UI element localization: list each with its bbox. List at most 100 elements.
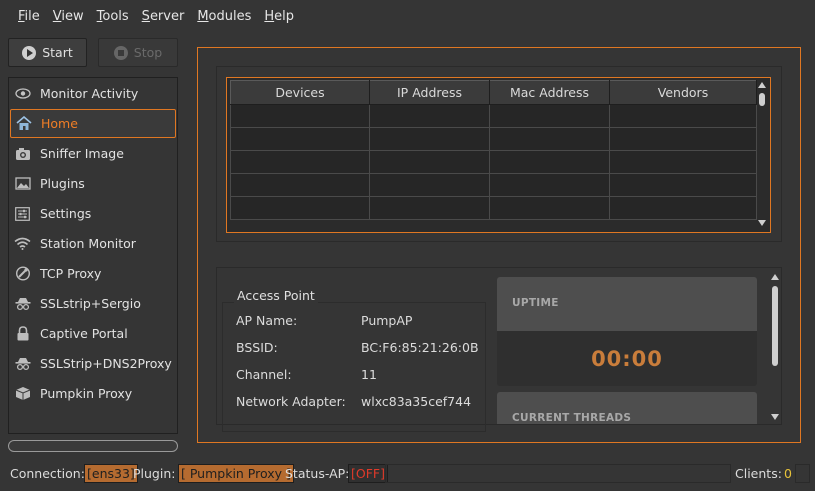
- network-adapter-value: wlxc83a35cef744: [361, 394, 472, 409]
- stop-icon: [113, 45, 128, 60]
- sidebar-item-label: Station Monitor: [40, 236, 136, 251]
- table-cell[interactable]: [369, 150, 490, 174]
- table-row[interactable]: [230, 173, 757, 197]
- play-icon: [22, 45, 37, 60]
- column-header-mac-address[interactable]: Mac Address: [489, 80, 610, 105]
- channel-label: Channel:: [236, 367, 292, 382]
- table-cell[interactable]: [609, 196, 757, 220]
- sidebar-item-monitor-activity[interactable]: Monitor Activity: [10, 79, 176, 108]
- table-cell[interactable]: [609, 127, 757, 151]
- sidebar-item-pumpkin-proxy[interactable]: Pumpkin Proxy: [10, 379, 176, 408]
- table-cell[interactable]: [489, 173, 610, 197]
- table-row[interactable]: [230, 196, 757, 220]
- table-row[interactable]: [230, 150, 757, 174]
- table-cell[interactable]: [609, 104, 757, 128]
- menu-help[interactable]: Help: [264, 9, 294, 24]
- table-cell[interactable]: [369, 127, 490, 151]
- table-cell[interactable]: [230, 173, 370, 197]
- uptime-title: UPTIME: [512, 297, 559, 309]
- clients-count: 0: [784, 466, 792, 481]
- spy-icon: [14, 296, 31, 311]
- plugin-label: Plugin:: [133, 466, 176, 481]
- bssid-value: BC:F6:85:21:26:0B: [361, 340, 479, 355]
- uptime-card-header: UPTIME: [497, 277, 757, 331]
- scroll-down-arrow-icon[interactable]: [771, 414, 779, 420]
- satellite-icon: [14, 266, 31, 281]
- threads-title: CURRENT THREADS: [512, 412, 632, 424]
- bssid-label: BSSID:: [236, 340, 278, 355]
- table-cell[interactable]: [369, 104, 490, 128]
- scroll-up-arrow-icon[interactable]: [758, 82, 766, 88]
- table-cell[interactable]: [230, 150, 370, 174]
- sliders-icon: [14, 206, 31, 221]
- sidebar-item-captive-portal[interactable]: Captive Portal: [10, 319, 176, 348]
- threads-card-header: CURRENT THREADS: [497, 392, 757, 424]
- start-label: Start: [42, 45, 73, 60]
- sidebar: Monitor Activity Home Sniffer Image Plug…: [8, 77, 178, 434]
- sidebar-item-label: SSLstrip+Sergio: [40, 296, 141, 311]
- start-button[interactable]: Start: [8, 38, 87, 67]
- wifi-icon: [14, 236, 31, 251]
- column-header-ip-address[interactable]: IP Address: [369, 80, 490, 105]
- menu-view[interactable]: View: [53, 9, 84, 24]
- image-icon: [14, 176, 31, 191]
- sidebar-item-settings[interactable]: Settings: [10, 199, 176, 228]
- sidebar-item-sniffer-image[interactable]: Sniffer Image: [10, 139, 176, 168]
- table-cell[interactable]: [230, 127, 370, 151]
- table-cell[interactable]: [369, 173, 490, 197]
- devices-table-scrollbar[interactable]: [756, 80, 768, 230]
- menu-tools[interactable]: Tools: [97, 9, 129, 24]
- table-cell[interactable]: [230, 196, 370, 220]
- column-header-vendors[interactable]: Vendors: [609, 80, 757, 105]
- table-cell[interactable]: [609, 173, 757, 197]
- table-row[interactable]: [230, 104, 757, 128]
- sidebar-item-sslstrip-dns2proxy[interactable]: SSLStrip+DNS2Proxy: [10, 349, 176, 378]
- size-grip[interactable]: [795, 464, 810, 483]
- sidebar-item-tcp-proxy[interactable]: TCP Proxy: [10, 259, 176, 288]
- devices-table-frame: Devices IP Address Mac Address Vendors: [226, 77, 771, 233]
- table-row[interactable]: [230, 127, 757, 151]
- stop-button[interactable]: Stop: [98, 38, 178, 67]
- column-header-devices[interactable]: Devices: [230, 80, 370, 105]
- table-cell[interactable]: [609, 150, 757, 174]
- sidebar-item-sslstrip-sergio[interactable]: SSLstrip+Sergio: [10, 289, 176, 318]
- sidebar-item-plugins[interactable]: Plugins: [10, 169, 176, 198]
- status-ap-badge: [OFF]: [348, 464, 388, 483]
- scrollbar-thumb[interactable]: [772, 286, 778, 366]
- table-cell[interactable]: [369, 196, 490, 220]
- sidebar-item-home[interactable]: Home: [10, 109, 176, 138]
- sidebar-item-label: Home: [41, 116, 78, 131]
- table-cell[interactable]: [489, 196, 610, 220]
- scroll-up-arrow-icon[interactable]: [771, 274, 779, 280]
- table-cell[interactable]: [230, 104, 370, 128]
- menu-modules[interactable]: Modules: [197, 9, 251, 24]
- devices-table: Devices IP Address Mac Address Vendors: [230, 80, 757, 220]
- sidebar-item-station-monitor[interactable]: Station Monitor: [10, 229, 176, 258]
- status-bar: Connection: [ens33] Plugin: [ Pumpkin Pr…: [0, 460, 815, 491]
- channel-value: 11: [361, 367, 377, 382]
- eye-icon: [14, 86, 31, 101]
- menu-bar: File View Tools Server Modules Help: [0, 0, 815, 32]
- sidebar-item-label: Settings: [40, 206, 92, 221]
- home-icon: [15, 116, 32, 131]
- scroll-down-arrow-icon[interactable]: [758, 220, 766, 226]
- sidebar-item-label: Captive Portal: [40, 326, 128, 341]
- table-cell[interactable]: [489, 104, 610, 128]
- spy-icon: [14, 356, 31, 371]
- ap-name-value: PumpAP: [361, 313, 413, 328]
- scrollbar-thumb[interactable]: [759, 93, 765, 106]
- ap-name-label: AP Name:: [236, 313, 298, 328]
- clients-label: Clients:: [735, 466, 782, 481]
- uptime-card-body: 00:00: [497, 331, 757, 386]
- table-cell[interactable]: [489, 150, 610, 174]
- menu-file[interactable]: File: [18, 9, 40, 24]
- status-ap-label: Status-AP:: [285, 466, 350, 481]
- plugin-badge: [ Pumpkin Proxy ]: [178, 464, 294, 483]
- sidebar-item-label: TCP Proxy: [40, 266, 102, 281]
- sidebar-item-label: SSLStrip+DNS2Proxy: [40, 356, 172, 371]
- sidebar-horizontal-scrollbar[interactable]: [8, 440, 178, 452]
- uptime-value: 00:00: [591, 346, 663, 371]
- info-scrollbar[interactable]: [769, 272, 781, 424]
- table-cell[interactable]: [489, 127, 610, 151]
- menu-server[interactable]: Server: [142, 9, 185, 24]
